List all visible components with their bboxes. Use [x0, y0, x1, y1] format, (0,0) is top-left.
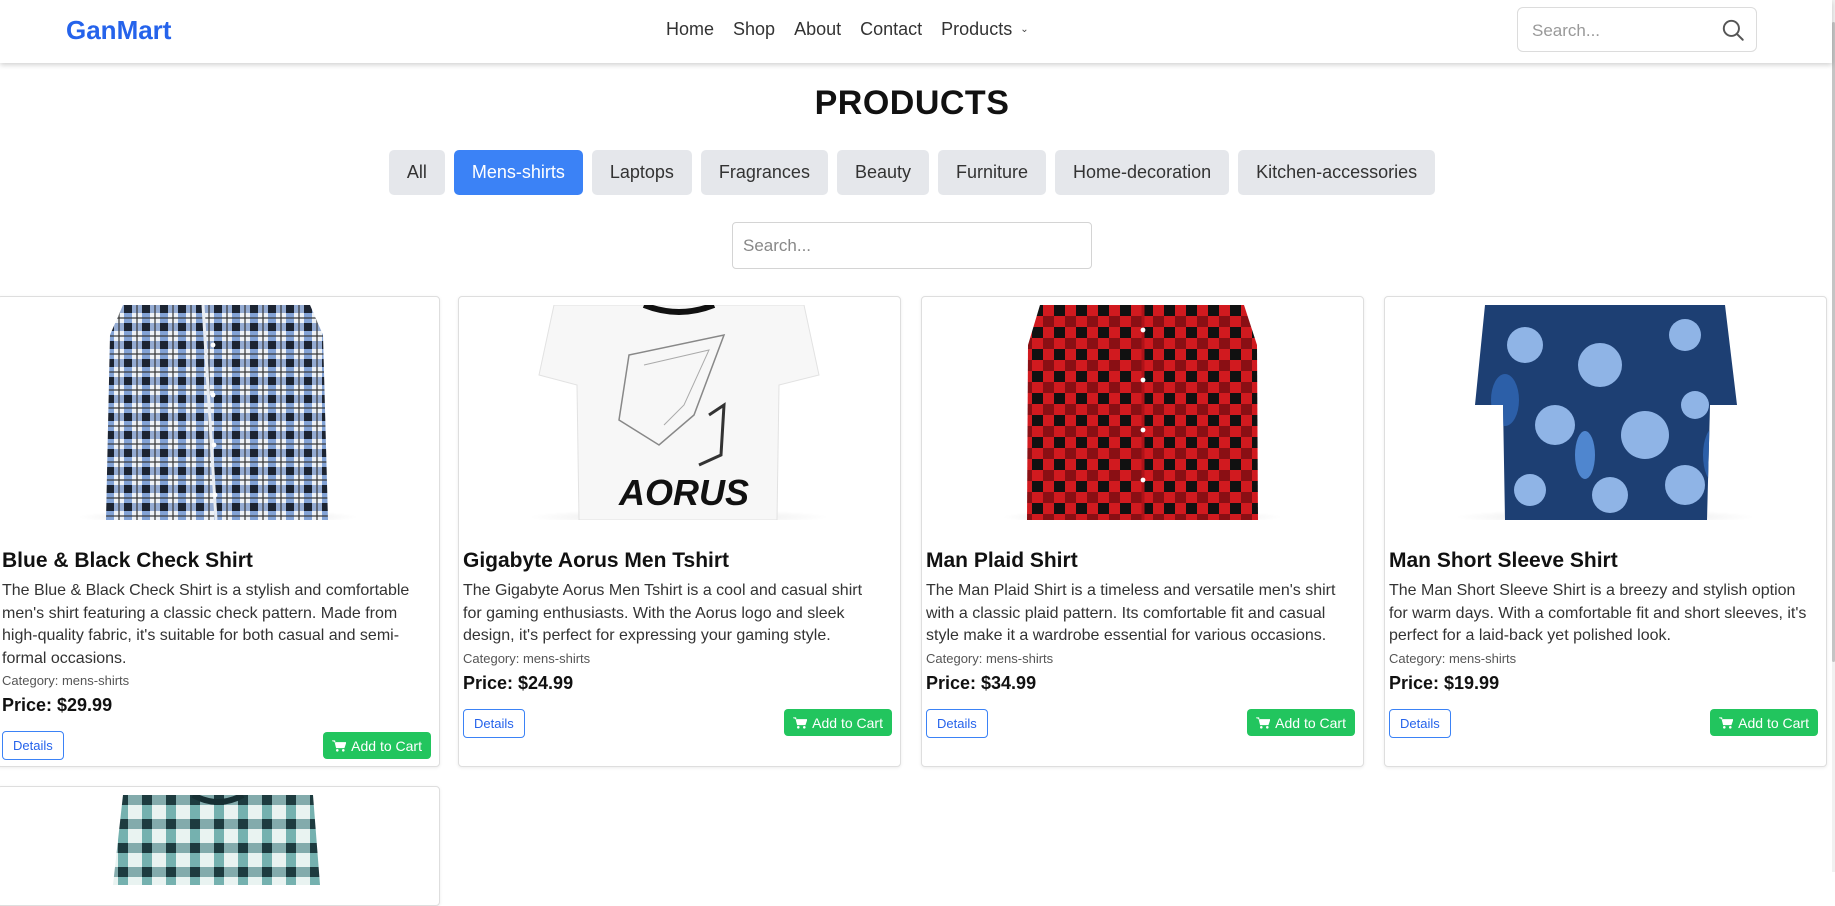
product-price: Price: $24.99	[463, 673, 574, 693]
product-category: Category: mens-shirts	[463, 651, 591, 666]
product-title: Man Short Sleeve Shirt	[1389, 549, 1618, 572]
image-logo-text: AORUS	[618, 472, 749, 513]
add-to-cart-label: Add to Cart	[812, 714, 883, 731]
nav-link-home[interactable]: Home	[666, 19, 714, 40]
filter-beauty[interactable]: Beauty	[836, 150, 929, 195]
header-search-input[interactable]	[1530, 8, 1714, 53]
header-search	[1517, 7, 1757, 53]
product-category: Category: mens-shirts	[2, 673, 130, 688]
add-to-cart-button[interactable]: Add to Cart	[323, 732, 431, 759]
filter-mens-shirts[interactable]: Mens-shirts	[453, 150, 583, 195]
details-button[interactable]: Details	[926, 709, 988, 738]
chevron-down-icon: ⌄	[1020, 24, 1029, 35]
product-image	[1002, 305, 1282, 520]
product-search-input[interactable]	[732, 222, 1092, 269]
product-card: AORUS Gigabyte Aorus Men Tshirt The Giga…	[458, 296, 901, 767]
product-category: Category: mens-shirts	[1389, 651, 1517, 666]
nav-dropdown-products[interactable]: Products ⌄	[941, 19, 1028, 40]
add-to-cart-label: Add to Cart	[351, 737, 422, 754]
add-to-cart-button[interactable]: Add to Cart	[784, 709, 892, 736]
cart-icon	[1719, 716, 1734, 729]
product-description: The Gigabyte Aorus Men Tshirt is a cool …	[463, 582, 863, 644]
product-image: AORUS	[529, 305, 829, 520]
details-button[interactable]: Details	[463, 709, 525, 738]
cart-icon	[332, 739, 347, 752]
add-to-cart-label: Add to Cart	[1738, 714, 1809, 731]
product-category: Category: mens-shirts	[926, 651, 1054, 666]
nav-link-about[interactable]: About	[794, 19, 841, 40]
product-card: Blue & Black Check Shirt The Blue & Blac…	[0, 296, 440, 767]
cart-icon	[1256, 716, 1271, 729]
product-title: Blue & Black Check Shirt	[2, 549, 253, 572]
product-price: Price: $34.99	[926, 673, 1037, 693]
navbar: GanMart Home Shop About Contact Products…	[0, 0, 1832, 63]
product-card: Man Plaid Shirt The Man Plaid Shirt is a…	[921, 296, 1364, 767]
details-button[interactable]: Details	[1389, 709, 1451, 738]
add-to-cart-button[interactable]: Add to Cart	[1247, 709, 1355, 736]
nav-link-products-label: Products	[941, 19, 1013, 39]
filter-all[interactable]: All	[388, 150, 445, 195]
nav-link-contact[interactable]: Contact	[860, 19, 922, 40]
nav-link-shop[interactable]: Shop	[733, 19, 775, 40]
nav-menu: Home Shop About Contact Products ⌄	[666, 19, 1048, 40]
product-description: The Blue & Black Check Shirt is a stylis…	[2, 582, 410, 667]
filter-kitchen-accessories[interactable]: Kitchen-accessories	[1238, 150, 1436, 195]
product-card: Man Short Sleeve Shirt The Man Short Sle…	[1384, 296, 1827, 767]
product-description: The Man Plaid Shirt is a timeless and ve…	[926, 582, 1336, 644]
product-title: Man Plaid Shirt	[926, 549, 1078, 572]
filter-laptops[interactable]: Laptops	[591, 150, 692, 195]
product-price: Price: $29.99	[2, 695, 113, 715]
brand-logo[interactable]: GanMart	[66, 15, 171, 46]
add-to-cart-label: Add to Cart	[1275, 714, 1346, 731]
filter-fragrances[interactable]: Fragrances	[700, 150, 828, 195]
add-to-cart-button[interactable]: Add to Cart	[1710, 709, 1818, 736]
cart-icon	[793, 716, 808, 729]
search-icon[interactable]	[1720, 17, 1746, 43]
product-image	[78, 305, 358, 520]
filter-furniture[interactable]: Furniture	[938, 150, 1047, 195]
product-title: Gigabyte Aorus Men Tshirt	[463, 549, 730, 572]
filter-home-decoration[interactable]: Home-decoration	[1055, 150, 1230, 195]
product-description: The Man Short Sleeve Shirt is a breezy a…	[1389, 582, 1807, 644]
details-button[interactable]: Details	[2, 731, 64, 760]
category-filters: All Mens-shirts Laptops Fragrances Beaut…	[0, 150, 1824, 195]
page-title: PRODUCTS	[814, 84, 1010, 122]
product-image	[1455, 305, 1755, 520]
product-price: Price: $19.99	[1389, 673, 1500, 693]
product-card	[0, 786, 440, 906]
